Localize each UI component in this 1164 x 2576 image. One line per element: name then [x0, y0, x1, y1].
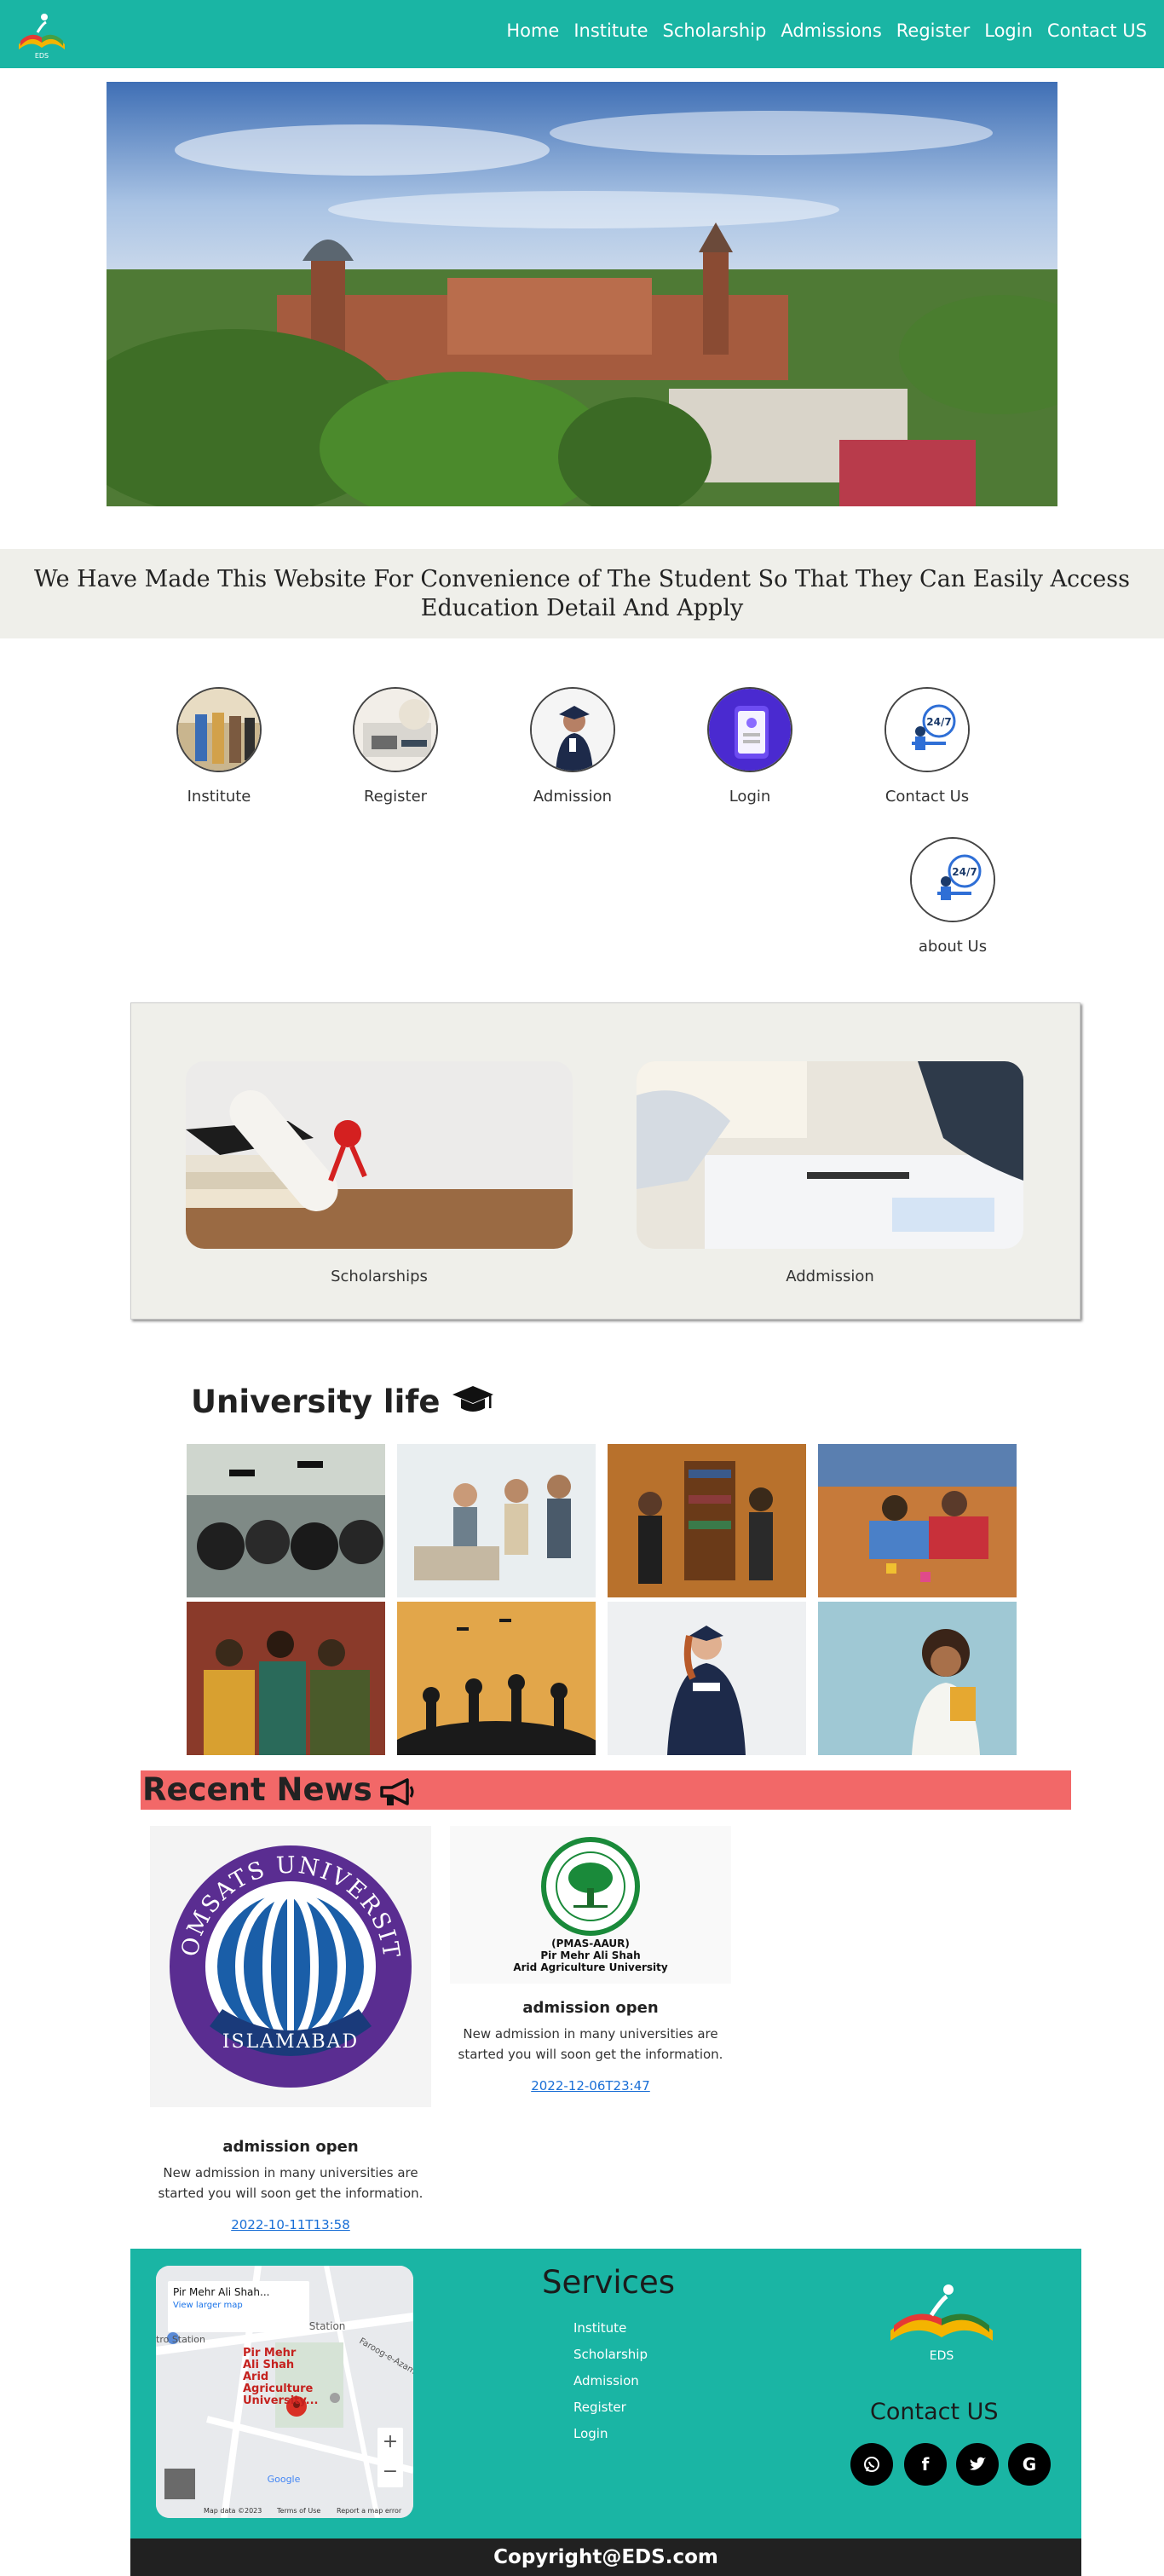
university-life-heading: University life	[191, 1383, 495, 1423]
graduation-cap-icon	[451, 1384, 495, 1423]
comsats-logo: COMSATS UNIVERSITY ISLAMABAD	[150, 1826, 431, 2107]
svg-text:Report a map error: Report a map error	[337, 2507, 402, 2515]
nav-register[interactable]: Register	[896, 20, 970, 41]
news-1-heading: admission open	[222, 2138, 359, 2156]
hero-campus-image	[107, 82, 1057, 506]
news-1-text: New admission in many universities are s…	[158, 2165, 424, 2201]
google-icon[interactable]: G	[1008, 2443, 1051, 2486]
gallery-image-2	[397, 1444, 596, 1597]
gallery-image-4	[818, 1444, 1017, 1597]
recent-news-heading: Recent News	[141, 1770, 1071, 1810]
nav-scholarship[interactable]: Scholarship	[663, 20, 767, 41]
copyright-bar: Copyright@EDS.com	[130, 2538, 1081, 2576]
svg-text:−: −	[383, 2461, 398, 2482]
megaphone-icon	[378, 1776, 416, 1816]
navbar: EDS Home Institute Scholarship Admission…	[0, 0, 1164, 68]
gallery-image-5	[187, 1602, 385, 1755]
svg-text:tro Station: tro Station	[156, 2334, 205, 2345]
scholarships-image[interactable]	[186, 1061, 573, 1249]
services-heading: Services	[542, 2264, 676, 2301]
news-card-2: (PMAS-AAUR) Pir Mehr Ali Shah Arid Agric…	[450, 1826, 731, 2094]
gallery-image-1	[187, 1444, 385, 1597]
footer: + − Metrobus Station tro Station Faroog-…	[130, 2249, 1081, 2538]
nav-contact-us[interactable]: Contact US	[1047, 20, 1147, 41]
twitter-icon[interactable]	[956, 2443, 999, 2486]
eds-logo[interactable]: EDS	[12, 7, 72, 61]
facebook-icon[interactable]: f	[904, 2443, 947, 2486]
svg-text:24/7: 24/7	[926, 716, 951, 728]
feature-cards-panel: Scholarships Addmission	[130, 1002, 1080, 1320]
tagline-text: We Have Made This Website For Convenienc…	[34, 565, 1130, 621]
svg-text:+: +	[383, 2431, 398, 2452]
news-2-date-link[interactable]: 2022-12-06T23:47	[531, 2078, 650, 2094]
embedded-map[interactable]: + − Metrobus Station tro Station Faroog-…	[156, 2266, 413, 2518]
service-institute[interactable]: Institute	[573, 2320, 648, 2336]
contact-us-heading: Contact US	[870, 2399, 999, 2425]
institute-image[interactable]	[176, 687, 262, 772]
about-us-image[interactable]: 24/7	[910, 837, 995, 922]
admission-card[interactable]: Addmission	[637, 1061, 1023, 1285]
svg-text:Map data ©2023: Map data ©2023	[204, 2507, 262, 2515]
service-register[interactable]: Register	[573, 2400, 648, 2415]
news-2-text: New admission in many universities are s…	[458, 2026, 723, 2062]
service-login[interactable]: Login	[573, 2426, 648, 2441]
news-1-date-link[interactable]: 2022-10-11T13:58	[231, 2217, 350, 2232]
whatsapp-icon[interactable]	[850, 2443, 893, 2486]
circle-about-us[interactable]: 24/7 about Us	[889, 837, 1017, 956]
services-list: Institute Scholarship Admission Register…	[573, 2320, 648, 2452]
register-image[interactable]	[353, 687, 438, 772]
map-pin-label: Pir Mehr Ali Shah Arid Agriculture Unive…	[243, 2347, 319, 2407]
circle-admission[interactable]: Admission	[509, 687, 637, 806]
admission-image[interactable]	[530, 687, 615, 772]
gallery-image-3	[608, 1444, 806, 1597]
map-place-card: Pir Mehr Ali Shah... View larger map	[168, 2281, 309, 2332]
gallery-image-8	[818, 1602, 1017, 1755]
circle-login[interactable]: Login	[686, 687, 814, 806]
pmas-aaur-logo: (PMAS-AAUR) Pir Mehr Ali Shah Arid Agric…	[450, 1826, 731, 1984]
service-scholarship[interactable]: Scholarship	[573, 2347, 648, 2362]
nav-login[interactable]: Login	[984, 20, 1033, 41]
service-admission[interactable]: Admission	[573, 2373, 648, 2388]
svg-text:EDS: EDS	[35, 52, 49, 60]
circle-contact-us[interactable]: 24/7 Contact Us	[863, 687, 991, 806]
view-larger-map-link[interactable]: View larger map	[173, 2301, 304, 2310]
news-2-heading: admission open	[522, 1999, 659, 2017]
circle-institute[interactable]: Institute	[155, 687, 283, 806]
admission-card-image[interactable]	[637, 1061, 1023, 1249]
svg-text:EDS: EDS	[930, 2349, 954, 2363]
circle-register[interactable]: Register	[331, 687, 459, 806]
svg-text:ISLAMABAD: ISLAMABAD	[222, 2031, 359, 2053]
scholarships-card[interactable]: Scholarships	[186, 1061, 573, 1285]
gallery-image-7	[608, 1602, 806, 1755]
nav-home[interactable]: Home	[506, 20, 559, 41]
svg-text:Google: Google	[268, 2474, 301, 2485]
news-card-1: COMSATS UNIVERSITY ISLAMABAD admission o…	[150, 1826, 431, 2232]
login-image[interactable]	[707, 687, 792, 772]
tagline-banner: We Have Made This Website For Convenienc…	[0, 549, 1164, 638]
nav-admissions[interactable]: Admissions	[781, 20, 881, 41]
svg-text:Terms of Use: Terms of Use	[276, 2507, 320, 2515]
nav-institute[interactable]: Institute	[573, 20, 648, 41]
svg-text:24/7: 24/7	[952, 866, 977, 878]
contact-us-image[interactable]: 24/7	[885, 687, 970, 772]
footer-eds-logo: EDS	[882, 2271, 1001, 2365]
gallery-image-6	[397, 1602, 596, 1755]
